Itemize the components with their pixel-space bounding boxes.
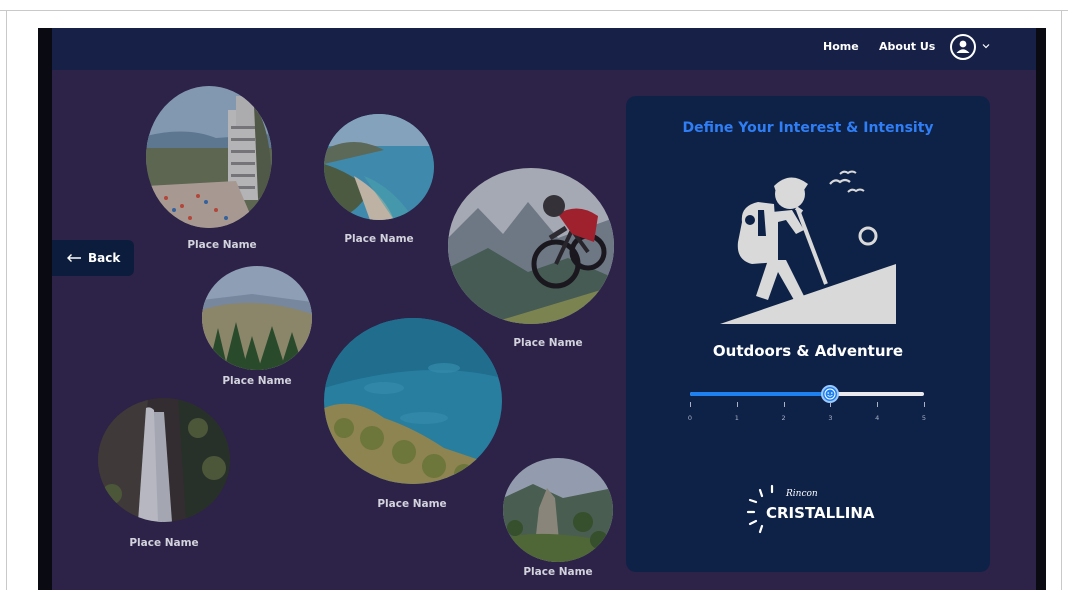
logo-wordmark-text: CRISTALLINA [766, 504, 875, 522]
place-name-label: Place Name [129, 537, 199, 549]
slider-tick-label: 4 [875, 414, 880, 422]
chevron-down-icon[interactable] [982, 42, 990, 50]
slider-tick-label: 2 [781, 414, 786, 422]
slider-tick-label: 3 [828, 414, 833, 422]
logo-script-text: Rincon [785, 489, 818, 499]
place-photo-mountain-bike[interactable] [448, 168, 614, 324]
back-button-label: Back [88, 251, 121, 265]
browser-top-edge [0, 0, 1068, 11]
place-name-label: Place Name [523, 566, 593, 578]
place-name-label: Place Name [344, 233, 414, 245]
place-name-label: Place Name [513, 337, 583, 349]
frame-left-edge [6, 10, 7, 590]
place-photo-forest-hills[interactable] [202, 266, 312, 370]
user-avatar-button[interactable] [950, 34, 976, 60]
slider-tick [783, 402, 785, 407]
place-photo-bay[interactable] [324, 114, 434, 220]
app-viewport: Home About Us Back Place Name Place Name… [52, 28, 1036, 590]
slider-tick [924, 402, 925, 407]
intensity-slider[interactable]: 0 1 2 3 4 5 [687, 384, 927, 434]
frame-right-edge [1061, 10, 1062, 590]
letterbox-left [38, 28, 52, 590]
user-icon [956, 40, 970, 53]
slider-tick-label: 5 [921, 414, 927, 422]
place-photo-coastal-town[interactable] [146, 86, 272, 228]
slider-tick-label: 1 [734, 414, 739, 422]
top-navigation-bar: Home About Us [52, 28, 1036, 70]
place-photo-waterfall[interactable] [98, 398, 230, 522]
interest-category-label: Outdoors & Adventure [712, 342, 904, 360]
slider-tick-label: 0 [687, 414, 693, 422]
place-photo-rock-valley[interactable] [503, 458, 613, 562]
slider-thumb[interactable] [821, 385, 840, 403]
panel-title: Define Your Interest & Intensity [682, 120, 934, 136]
place-photo-turquoise-sea[interactable] [324, 318, 502, 484]
place-name-label: Place Name [187, 239, 257, 251]
back-button[interactable]: Back [52, 240, 134, 276]
nav-home-link[interactable]: Home [823, 40, 859, 53]
nav-about-link[interactable]: About Us [879, 40, 935, 53]
interest-panel: Define Your Interest & Intensity Outdoor… [626, 96, 990, 572]
sun-logo-icon: Rincon CRISTALLINA [746, 484, 875, 534]
hiker-icon [720, 170, 896, 324]
slider-tick [830, 402, 832, 407]
smiley-icon [824, 388, 836, 400]
place-name-label: Place Name [222, 375, 292, 387]
slider-tick [690, 402, 691, 407]
slider-tick [877, 402, 879, 407]
slider-tick [736, 402, 738, 407]
cristallina-logo: Rincon CRISTALLINA [746, 480, 876, 536]
arrow-left-icon [67, 254, 81, 262]
letterbox-right [1036, 28, 1046, 590]
place-name-label: Place Name [377, 498, 447, 510]
slider-fill [690, 392, 831, 396]
